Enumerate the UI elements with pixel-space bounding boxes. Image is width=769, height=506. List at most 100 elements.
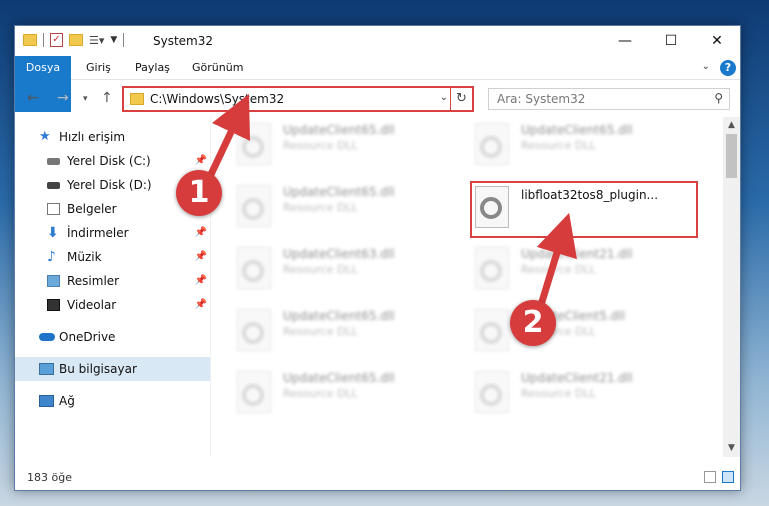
new-folder-icon[interactable]: [69, 34, 83, 46]
pin-icon[interactable]: 📌: [195, 245, 207, 269]
window-title: System32: [153, 34, 214, 48]
scroll-down-icon[interactable]: ▼: [723, 440, 740, 457]
search-icon[interactable]: ⚲: [714, 91, 723, 105]
file-item[interactable]: UpdateClient5.dll Resource DLL: [449, 303, 679, 359]
sidebar-label: İndirmeler: [67, 226, 129, 240]
back-arrow-icon[interactable]: ←: [27, 90, 39, 106]
file-name: UpdateClient63.dll: [283, 247, 395, 261]
tab-home[interactable]: Giriş: [86, 56, 111, 80]
sidebar-label: Müzik: [67, 250, 102, 264]
videos-icon: [47, 299, 60, 311]
onedrive-icon: [39, 333, 55, 341]
separator: [43, 33, 44, 47]
step-1-badge: 1: [176, 170, 222, 216]
details-view-icon[interactable]: [704, 471, 716, 483]
help-icon[interactable]: ?: [720, 60, 736, 76]
file-item[interactable]: UpdateClient63.dll Resource DLL: [211, 241, 441, 297]
file-item[interactable]: UpdateClient21.dll Resource DLL: [449, 365, 679, 421]
file-type: Resource DLL: [283, 263, 358, 276]
sidebar-label: Videolar: [67, 298, 117, 312]
file-type: Resource DLL: [283, 387, 358, 400]
minimize-button[interactable]: —: [602, 26, 648, 56]
sidebar-label: Hızlı erişim: [59, 130, 126, 144]
close-button[interactable]: ✕: [694, 26, 740, 56]
sidebar-label: Bu bilgisayar: [59, 362, 137, 376]
sidebar-item-disk-c[interactable]: Yerel Disk (C:) 📌: [15, 149, 210, 173]
vertical-scrollbar[interactable]: ▲ ▼: [723, 117, 740, 457]
sidebar-label: Resimler: [67, 274, 120, 288]
drive-icon: [47, 182, 60, 189]
tiles-view-icon[interactable]: [722, 471, 734, 483]
sidebar-item-network[interactable]: Ağ: [15, 389, 210, 413]
dll-file-icon: [237, 185, 271, 227]
dll-file-icon: [237, 123, 271, 165]
tab-view[interactable]: Görünüm: [192, 56, 243, 80]
file-item[interactable]: UpdateClient21.dll Resource DLL: [449, 241, 679, 297]
file-name: UpdateClient65.dll: [283, 185, 395, 199]
customize-icon[interactable]: ☰▾: [89, 34, 104, 47]
file-item[interactable]: UpdateClient65.dll Resource DLL: [211, 117, 441, 173]
file-item[interactable]: UpdateClient65.dll Resource DLL: [211, 365, 441, 421]
view-switcher: [704, 471, 734, 483]
file-name: UpdateClient65.dll: [521, 123, 633, 137]
qa-dropdown-icon[interactable]: ▼: [110, 35, 117, 45]
recent-locations-icon[interactable]: ▾: [83, 94, 88, 104]
sidebar-item-this-pc[interactable]: Bu bilgisayar: [15, 357, 210, 381]
scroll-up-icon[interactable]: ▲: [723, 117, 740, 134]
sidebar-label: Yerel Disk (C:): [67, 154, 151, 168]
file-item[interactable]: UpdateClient65.dll Resource DLL: [449, 117, 679, 173]
sidebar-item-quick-access[interactable]: ★ Hızlı erişim: [15, 125, 210, 149]
navigation-bar: ← → ▾ ↑ C:\Windows\System32 ⌄ ↻ Ara: Sys…: [15, 80, 740, 116]
up-arrow-icon[interactable]: ↑: [101, 90, 113, 106]
address-bar[interactable]: C:\Windows\System32 ⌄ ↻: [122, 86, 474, 112]
search-box[interactable]: Ara: System32 ⚲: [488, 88, 730, 110]
pictures-icon: [47, 275, 60, 287]
dll-file-icon: [237, 247, 271, 289]
dll-file-icon: [475, 309, 509, 351]
pin-icon[interactable]: 📌: [195, 269, 207, 293]
pin-icon[interactable]: 📌: [195, 293, 207, 317]
forward-arrow-icon[interactable]: →: [57, 90, 69, 106]
search-placeholder: Ara: System32: [497, 92, 586, 106]
dll-file-icon: [237, 371, 271, 413]
scroll-thumb[interactable]: [726, 134, 737, 178]
dll-file-icon: [475, 371, 509, 413]
ribbon-expand-icon[interactable]: ⌄: [702, 61, 710, 72]
sidebar-item-music[interactable]: ♪ Müzik 📌: [15, 245, 210, 269]
music-icon: ♪: [47, 249, 56, 265]
sidebar-label: Belgeler: [67, 202, 117, 216]
file-name: UpdateClient65.dll: [283, 123, 395, 137]
dll-file-icon: [475, 123, 509, 165]
sidebar-item-onedrive[interactable]: OneDrive: [15, 325, 210, 349]
file-item[interactable]: UpdateClient65.dll Resource DLL: [211, 303, 441, 359]
address-path[interactable]: C:\Windows\System32: [150, 92, 284, 106]
sidebar-item-videos[interactable]: Videolar 📌: [15, 293, 210, 317]
download-icon: ⬇: [47, 225, 59, 241]
status-bar: 183 öğe: [15, 466, 740, 490]
properties-check-icon[interactable]: ✓: [50, 33, 63, 47]
navigation-pane: ★ Hızlı erişim Yerel Disk (C:) 📌 Yerel D…: [15, 117, 210, 457]
sidebar-item-pictures[interactable]: Resimler 📌: [15, 269, 210, 293]
star-icon: ★: [39, 129, 51, 144]
title-bar: ✓ ☰▾ ▼ System32 — ☐ ✕: [15, 26, 740, 56]
file-name: UpdateClient21.dll: [521, 247, 633, 261]
sidebar-item-downloads[interactable]: ⬇ İndirmeler 📌: [15, 221, 210, 245]
sidebar-label: Ağ: [59, 394, 75, 408]
file-item[interactable]: UpdateClient65.dll Resource DLL: [211, 179, 441, 235]
file-name: UpdateClient65.dll: [283, 309, 395, 323]
refresh-icon[interactable]: ↻: [450, 86, 472, 112]
maximize-button[interactable]: ☐: [648, 26, 694, 56]
quick-access-toolbar: ✓ ☰▾ ▼: [23, 33, 125, 47]
pin-icon[interactable]: 📌: [195, 221, 207, 245]
separator: [123, 33, 125, 47]
file-type: Resource DLL: [283, 139, 358, 152]
step-2-badge: 2: [510, 300, 556, 346]
folder-icon: [130, 93, 144, 105]
ribbon: Dosya Giriş Paylaş Görünüm ⌄ ?: [15, 56, 740, 112]
tab-share[interactable]: Paylaş: [135, 56, 170, 80]
sidebar-label: Yerel Disk (D:): [67, 178, 152, 192]
dll-file-icon: [475, 247, 509, 289]
sidebar-label: OneDrive: [59, 330, 116, 344]
address-dropdown-icon[interactable]: ⌄: [440, 92, 448, 103]
file-name: UpdateClient65.dll: [283, 371, 395, 385]
